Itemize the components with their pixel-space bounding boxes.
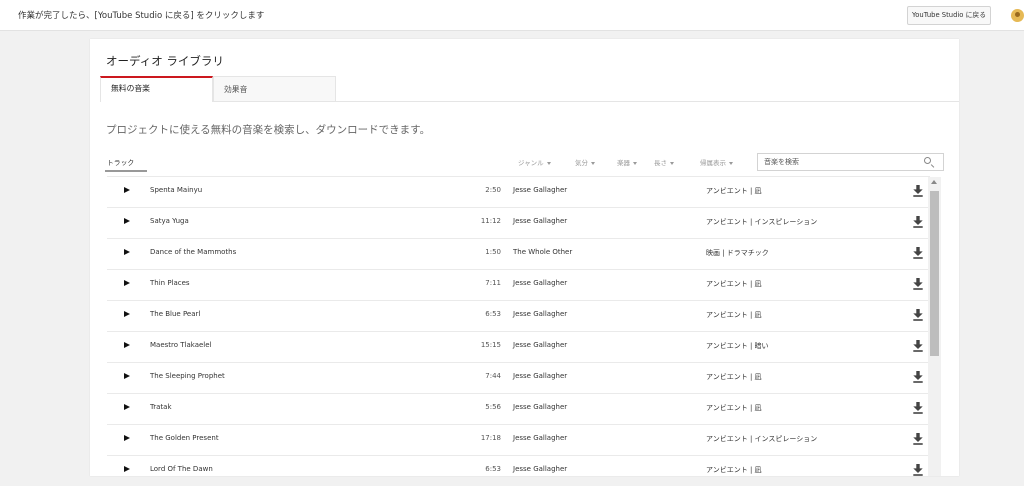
play-icon[interactable] [124, 280, 130, 286]
download-icon[interactable] [913, 402, 923, 414]
track-row[interactable]: Tratak 5:56 Jesse Gallagher アンビエント | 凪 [107, 393, 930, 424]
track-row[interactable]: Dance of the Mammoths 1:50 The Whole Other… [107, 238, 930, 269]
play-icon[interactable] [124, 466, 130, 472]
play-icon[interactable] [124, 342, 130, 348]
chevron-down-icon [633, 161, 637, 165]
instrument-filter[interactable]: 楽器 [617, 157, 637, 167]
track-duration: 6:53 [485, 465, 501, 473]
avatar[interactable] [1011, 9, 1024, 22]
track-duration: 1:50 [485, 248, 501, 256]
genre-filter[interactable]: ジャンル [518, 157, 551, 167]
chevron-down-icon [670, 161, 674, 165]
track-artist: Jesse Gallagher [513, 403, 568, 411]
track-column-underline [105, 170, 147, 172]
track-list: Spenta Mainyu 2:50 Jesse Gallagher アンビエント |… [107, 176, 930, 476]
track-title: The Sleeping Prophet [150, 372, 225, 380]
duration-filter[interactable]: 長さ [654, 157, 674, 167]
search-icon[interactable] [924, 157, 931, 164]
tab-sound-effects[interactable]: 効果音 [213, 76, 336, 101]
play-icon[interactable] [124, 311, 130, 317]
download-icon[interactable] [913, 278, 923, 290]
return-to-studio-button[interactable]: YouTube Studio に戻る [907, 6, 991, 25]
return-instruction: 作業が完了したら、[YouTube Studio に戻る] をクリックします [18, 11, 265, 21]
top-bar: 作業が完了したら、[YouTube Studio に戻る] をクリックします Y… [0, 0, 1024, 31]
track-artist: Jesse Gallagher [513, 372, 568, 380]
track-row[interactable]: The Blue Pearl 6:53 Jesse Gallagher アンビエント … [107, 300, 930, 331]
track-artist: Jesse Gallagher [513, 465, 568, 473]
download-icon[interactable] [913, 371, 923, 383]
track-genre: アンビエント | 凪 [706, 404, 762, 412]
track-genre: 映画 | ドラマチック [706, 249, 769, 257]
track-artist: The Whole Other [513, 248, 573, 256]
track-title: Dance of the Mammoths [150, 248, 237, 256]
track-duration: 17:18 [480, 434, 501, 442]
track-genre: アンビエント | 凪 [706, 187, 762, 195]
track-duration: 15:15 [480, 341, 501, 349]
track-column-header[interactable]: トラック [107, 157, 134, 167]
track-artist: Jesse Gallagher [513, 279, 568, 287]
track-duration: 7:44 [485, 372, 501, 380]
download-icon[interactable] [913, 340, 923, 352]
play-icon[interactable] [124, 435, 130, 441]
track-artist: Jesse Gallagher [513, 186, 568, 194]
track-title: The Golden Present [150, 434, 219, 442]
chevron-down-icon [591, 161, 595, 165]
scrollbar[interactable] [928, 177, 941, 476]
track-duration: 5:56 [485, 403, 501, 411]
play-icon[interactable] [124, 404, 130, 410]
track-title: Lord Of The Dawn [150, 465, 213, 473]
play-icon[interactable] [124, 373, 130, 379]
track-duration: 11:12 [480, 217, 501, 225]
tab-free-music[interactable]: 無料の音楽 [100, 76, 213, 102]
track-artist: Jesse Gallagher [513, 434, 568, 442]
chevron-down-icon [546, 161, 551, 165]
track-title: Spenta Mainyu [150, 186, 203, 194]
download-icon[interactable] [913, 185, 923, 197]
track-genre: アンビエント | 暗い [706, 342, 769, 350]
track-duration: 6:53 [485, 310, 501, 318]
intro-text: プロジェクトに使える無料の音楽を検索し、ダウンロードできます。 [106, 124, 431, 136]
download-icon[interactable] [913, 464, 923, 476]
track-row[interactable]: Satya Yuga 11:12 Jesse Gallagher アンビエント | イ… [107, 207, 930, 238]
track-row[interactable]: The Sleeping Prophet 7:44 Jesse Gallagher ア… [107, 362, 930, 393]
track-genre: アンビエント | 凪 [706, 373, 762, 381]
track-genre: アンビエント | 凪 [706, 280, 762, 288]
track-genre: アンビエント | 凪 [706, 466, 762, 474]
track-row[interactable]: Thin Places 7:11 Jesse Gallagher アンビエント | 凪 [107, 269, 930, 300]
track-genre: アンビエント | インスピレーション [706, 435, 818, 443]
track-row[interactable]: The Golden Present 17:18 Jesse Gallagher アン… [107, 424, 930, 455]
track-row[interactable]: Maestro Tlakaelel 15:15 Jesse Gallagher アンビ… [107, 331, 930, 362]
track-artist: Jesse Gallagher [513, 310, 568, 318]
audio-library-panel: オーディオ ライブラリ 無料の音楽 効果音 プロジェクトに使える無料の音楽を検索… [90, 39, 959, 476]
track-duration: 7:11 [485, 279, 501, 287]
track-title: Maestro Tlakaelel [150, 341, 212, 349]
track-duration: 2:50 [485, 186, 501, 194]
track-row[interactable]: Lord Of The Dawn 6:53 Jesse Gallagher アンビエン… [107, 455, 930, 486]
scroll-up-icon[interactable] [931, 180, 937, 184]
play-icon[interactable] [124, 218, 130, 224]
chevron-down-icon [729, 161, 733, 165]
page-title: オーディオ ライブラリ [106, 54, 224, 68]
download-icon[interactable] [913, 309, 923, 321]
track-title: The Blue Pearl [150, 310, 201, 318]
track-genre: アンビエント | 凪 [706, 311, 762, 319]
track-title: Satya Yuga [150, 217, 189, 225]
play-icon[interactable] [124, 187, 130, 193]
download-icon[interactable] [913, 247, 923, 259]
attribution-filter[interactable]: 帰属表示 [700, 157, 733, 167]
track-title: Tratak [150, 403, 172, 411]
music-search-input[interactable] [757, 153, 944, 171]
mood-filter[interactable]: 気分 [575, 157, 595, 167]
download-icon[interactable] [913, 216, 923, 228]
track-row[interactable]: Spenta Mainyu 2:50 Jesse Gallagher アンビエント |… [107, 176, 930, 207]
track-title: Thin Places [150, 279, 190, 287]
play-icon[interactable] [124, 249, 130, 255]
track-artist: Jesse Gallagher [513, 341, 568, 349]
track-artist: Jesse Gallagher [513, 217, 568, 225]
track-genre: アンビエント | インスピレーション [706, 218, 818, 226]
tab-bar: 無料の音楽 効果音 [100, 76, 959, 102]
scrollbar-thumb[interactable] [930, 191, 939, 356]
download-icon[interactable] [913, 433, 923, 445]
